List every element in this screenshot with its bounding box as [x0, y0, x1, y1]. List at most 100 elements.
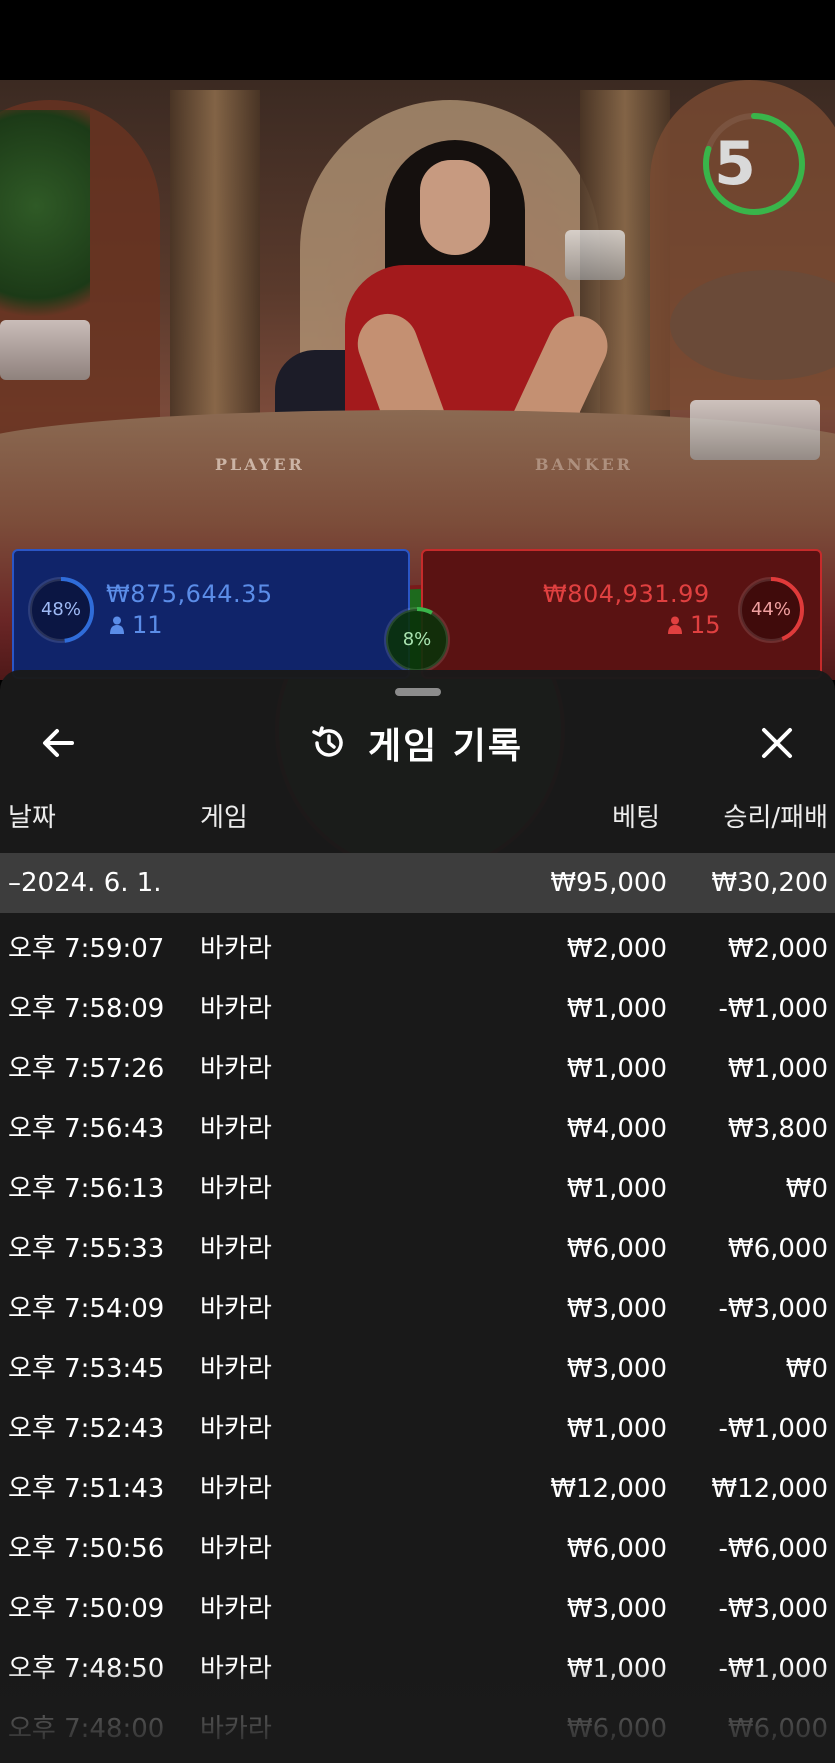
row-time: 오후 7:48:00 — [8, 1714, 165, 1744]
row-result: -₩1,000 — [718, 1414, 828, 1444]
history-row[interactable]: 오후 7:59:07 바카라 ₩2,000 ₩2,000 — [0, 919, 835, 979]
row-bet: ₩3,000 — [566, 1354, 667, 1384]
row-game: 바카라 — [200, 1594, 272, 1624]
history-row[interactable]: 오후 7:48:50 바카라 ₩1,000 -₩1,000 — [0, 1639, 835, 1699]
row-result: -₩6,000 — [718, 1534, 828, 1564]
row-time: 오후 7:55:33 — [8, 1234, 165, 1264]
row-time: 오후 7:52:43 — [8, 1414, 165, 1444]
column-header-result: 승리/패배 — [723, 803, 828, 833]
row-game: 바카라 — [200, 1054, 272, 1084]
person-icon — [668, 616, 682, 634]
row-result: -₩3,000 — [718, 1294, 828, 1324]
close-icon — [762, 728, 792, 758]
row-time: 오후 7:57:26 — [8, 1054, 165, 1084]
history-row[interactable]: 오후 7:52:43 바카라 ₩1,000 -₩1,000 — [0, 1399, 835, 1459]
history-row[interactable]: 오후 7:50:09 바카라 ₩3,000 -₩3,000 — [0, 1579, 835, 1639]
row-bet: ₩1,000 — [566, 994, 667, 1024]
card-shoe — [0, 320, 90, 380]
row-bet: ₩1,000 — [566, 1174, 667, 1204]
history-row[interactable]: 오후 7:56:13 바카라 ₩1,000 ₩0 — [0, 1159, 835, 1219]
row-time: 오후 7:56:43 — [8, 1114, 165, 1144]
arrow-left-icon — [43, 729, 74, 757]
row-bet: ₩1,000 — [566, 1654, 667, 1684]
player-percent-ring: 48% — [26, 575, 96, 645]
sheet-title-text: 게임 기록 — [368, 726, 524, 767]
row-game: 바카라 — [200, 1234, 272, 1264]
row-result: ₩3,800 — [727, 1114, 828, 1144]
history-icon — [312, 726, 343, 757]
summary-result: ₩30,200 — [711, 868, 828, 898]
row-game: 바카라 — [200, 994, 272, 1024]
row-bet: ₩12,000 — [550, 1474, 667, 1504]
player-bettor-count: 11 — [110, 611, 163, 639]
sheet-title: 게임 기록 — [310, 718, 540, 768]
game-history-sheet: 게임 기록 날짜 게임 베팅 승리/패배 –2024. 6. 1. ₩95,00… — [0, 670, 835, 1763]
column-header-game: 게임 — [200, 803, 248, 833]
history-row[interactable]: 오후 7:57:26 바카라 ₩1,000 ₩1,000 — [0, 1039, 835, 1099]
row-bet: ₩6,000 — [566, 1534, 667, 1564]
row-game: 바카라 — [200, 1174, 272, 1204]
history-row[interactable]: 오후 7:51:43 바카라 ₩12,000 ₩12,000 — [0, 1459, 835, 1519]
row-result: -₩1,000 — [718, 1654, 828, 1684]
row-result: ₩2,000 — [727, 934, 828, 964]
row-time: 오후 7:50:56 — [8, 1534, 165, 1564]
row-time: 오후 7:56:13 — [8, 1174, 165, 1204]
row-game: 바카라 — [200, 1114, 272, 1144]
date-summary-row[interactable]: –2024. 6. 1. ₩95,000 ₩30,200 — [0, 853, 835, 913]
row-bet: ₩2,000 — [566, 934, 667, 964]
row-result: -₩3,000 — [718, 1594, 828, 1624]
banker-bettor-count: 15 — [668, 611, 721, 639]
row-bet: ₩1,000 — [566, 1054, 667, 1084]
sheet-drag-handle[interactable] — [395, 688, 441, 696]
row-time: 오후 7:58:09 — [8, 994, 165, 1024]
summary-bet: ₩95,000 — [550, 868, 667, 898]
row-bet: ₩3,000 — [566, 1294, 667, 1324]
card-shoe — [565, 230, 625, 280]
plant-decoration — [0, 110, 90, 350]
row-bet: ₩4,000 — [566, 1114, 667, 1144]
row-result: ₩6,000 — [727, 1234, 828, 1264]
row-game: 바카라 — [200, 1714, 272, 1744]
dealer-face — [420, 160, 490, 255]
column-header-bet: 베팅 — [612, 803, 660, 833]
row-game: 바카라 — [200, 1354, 272, 1384]
history-row[interactable]: 오후 7:55:33 바카라 ₩6,000 ₩6,000 — [0, 1219, 835, 1279]
person-icon — [110, 616, 124, 634]
player-percent: 48% — [40, 599, 81, 620]
row-time: 오후 7:48:50 — [8, 1654, 165, 1684]
row-time: 오후 7:50:09 — [8, 1594, 165, 1624]
row-time: 오후 7:53:45 — [8, 1354, 165, 1384]
tie-percent: 8% — [402, 629, 432, 650]
row-game: 바카라 — [200, 1294, 272, 1324]
back-button[interactable] — [36, 720, 82, 766]
history-row[interactable]: 오후 7:50:56 바카라 ₩6,000 -₩6,000 — [0, 1519, 835, 1579]
row-result: ₩0 — [785, 1174, 828, 1204]
history-row[interactable]: 오후 7:48:00 바카라 ₩6,000 ₩6,000 — [0, 1699, 835, 1759]
row-bet: ₩6,000 — [566, 1714, 667, 1744]
history-row[interactable]: 오후 7:53:45 바카라 ₩3,000 ₩0 — [0, 1339, 835, 1399]
table-label-banker: BANKER — [535, 455, 633, 474]
betting-countdown: 5 — [700, 110, 808, 218]
row-game: 바카라 — [200, 1414, 272, 1444]
player-total-amount: ₩875,644.35 — [106, 580, 273, 608]
row-game: 바카라 — [200, 1654, 272, 1684]
player-bettor-count-value: 11 — [132, 611, 163, 639]
row-bet: ₩3,000 — [566, 1594, 667, 1624]
summary-date: –2024. 6. 1. — [8, 868, 162, 898]
history-row[interactable]: 오후 7:56:43 바카라 ₩4,000 ₩3,800 — [0, 1099, 835, 1159]
history-row[interactable]: 오후 7:58:09 바카라 ₩1,000 -₩1,000 — [0, 979, 835, 1039]
row-game: 바카라 — [200, 934, 272, 964]
row-game: 바카라 — [200, 1534, 272, 1564]
banker-percent: 44% — [750, 599, 791, 620]
table-label-player: PLAYER — [215, 455, 305, 474]
tie-percent-ring: 8% — [382, 605, 452, 675]
row-time: 오후 7:59:07 — [8, 934, 165, 964]
countdown-number: 5 — [714, 129, 756, 199]
row-result: -₩1,000 — [718, 994, 828, 1024]
banker-total-amount: ₩804,931.99 — [543, 580, 710, 608]
close-button[interactable] — [754, 720, 800, 766]
row-result: ₩12,000 — [711, 1474, 828, 1504]
row-result: ₩6,000 — [727, 1714, 828, 1744]
row-game: 바카라 — [200, 1474, 272, 1504]
history-row[interactable]: 오후 7:54:09 바카라 ₩3,000 -₩3,000 — [0, 1279, 835, 1339]
